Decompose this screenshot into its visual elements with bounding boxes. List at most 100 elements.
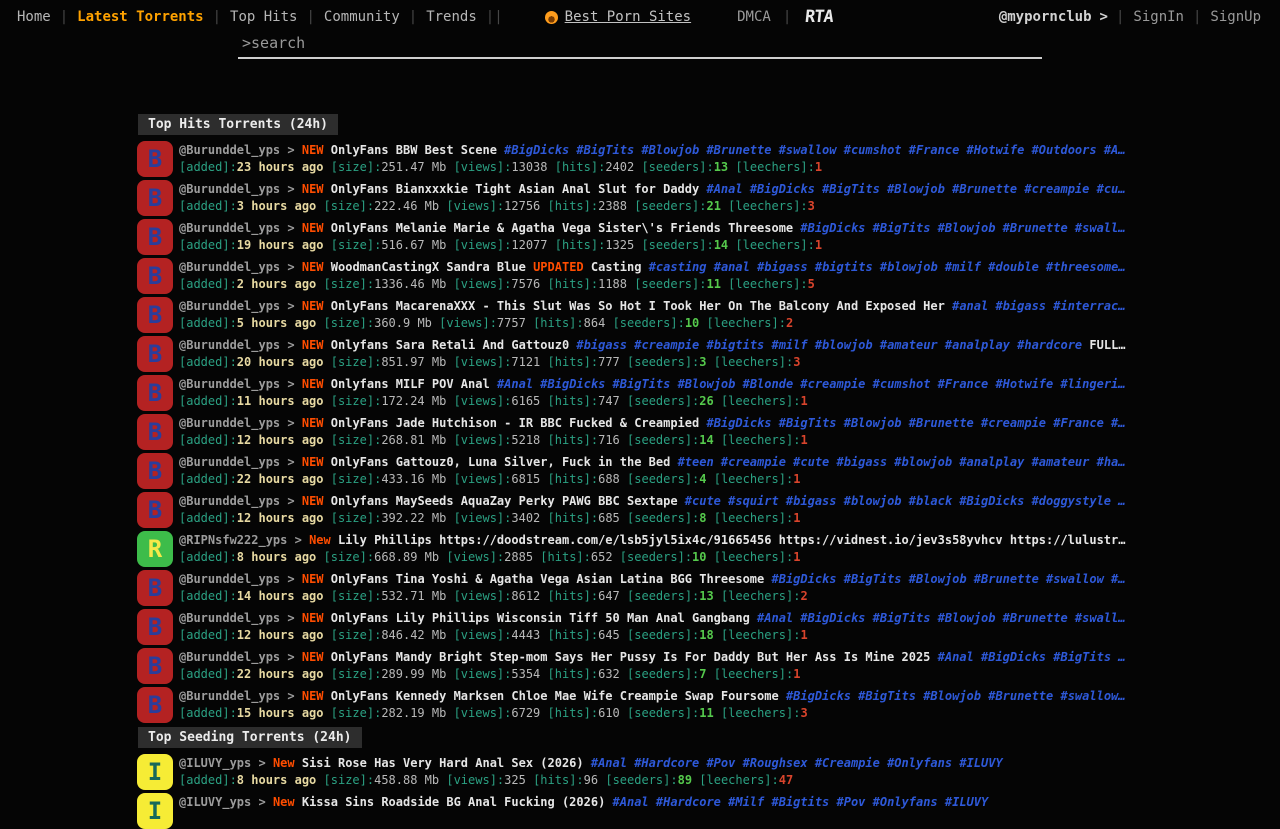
- hashtag-links[interactable]: #BigDicks #BigTits #Blowjob #Brunette #s…: [504, 143, 1125, 157]
- user-avatar[interactable]: B: [137, 336, 173, 372]
- torrent-title[interactable]: OnlyFans Bianxxxkie Tight Asian Anal Slu…: [331, 182, 699, 196]
- torrent-row[interactable]: R@RIPNsfw222_yps > New Lily Phillips htt…: [137, 531, 1280, 567]
- torrent-row[interactable]: I@ILUVY_yps > New Sisi Rose Has Very Har…: [137, 754, 1280, 790]
- torrent-title[interactable]: OnlyFans Tina Yoshi & Agatha Vega Asian …: [331, 572, 764, 586]
- nav-item-home[interactable]: Home: [8, 9, 60, 25]
- username-link[interactable]: @Burunddel_yps: [179, 611, 280, 625]
- user-avatar[interactable]: B: [137, 375, 173, 411]
- username-link[interactable]: @Burunddel_yps: [179, 338, 280, 352]
- hashtag-links[interactable]: #anal #bigass #interrac…: [952, 299, 1125, 313]
- torrent-title[interactable]: OnlyFans Jade Hutchison - IR BBC Fucked …: [331, 416, 699, 430]
- torrent-row[interactable]: B@Burunddel_yps > NEW OnlyFans Tina Yosh…: [137, 570, 1280, 606]
- hashtag-links[interactable]: #teen #creampie #cute #bigass #blowjob #…: [678, 455, 1126, 469]
- torrent-row[interactable]: B@Burunddel_yps > NEW Onlyfans MILF POV …: [137, 375, 1280, 411]
- stat-label-size: [size]:: [324, 277, 375, 291]
- username-link[interactable]: @Burunddel_yps: [179, 299, 280, 313]
- nav-item-top-hits[interactable]: Top Hits: [221, 9, 306, 25]
- hashtag-links[interactable]: #Anal #BigDicks #BigTits #Blowjob #Brune…: [757, 611, 1125, 625]
- hashtag-links[interactable]: #cute #squirt #bigass #blowjob #black #B…: [685, 494, 1126, 508]
- user-avatar[interactable]: B: [137, 453, 173, 489]
- torrent-title[interactable]: Onlyfans MaySeeds AquaZay Perky PAWG BBC…: [331, 494, 678, 508]
- torrent-row[interactable]: B@Burunddel_yps > NEW Onlyfans MaySeeds …: [137, 492, 1280, 528]
- username-link[interactable]: @Burunddel_yps: [179, 689, 280, 703]
- hashtag-links[interactable]: #Anal #BigDicks #BigTits #Blowjob #Blond…: [497, 377, 1126, 391]
- torrent-title[interactable]: WoodmanCastingX Sandra Blue: [331, 260, 526, 274]
- chevron-right-icon: >: [280, 689, 302, 703]
- user-avatar[interactable]: B: [137, 570, 173, 606]
- stat-value-hits: 645: [598, 628, 620, 642]
- username-link[interactable]: @RIPNsfw222_yps: [179, 533, 287, 547]
- hashtag-links[interactable]: #BigDicks #BigTits #Blowjob #Brunette #c…: [706, 416, 1125, 430]
- username-link[interactable]: @Burunddel_yps: [179, 650, 280, 664]
- search-input[interactable]: [238, 32, 1042, 59]
- torrent-row[interactable]: B@Burunddel_yps > NEW OnlyFans Mandy Bri…: [137, 648, 1280, 684]
- torrent-title[interactable]: OnlyFans Mandy Bright Step-mom Says Her …: [331, 650, 931, 664]
- username-link[interactable]: @Burunddel_yps: [179, 455, 280, 469]
- username-link[interactable]: @Burunddel_yps: [179, 143, 280, 157]
- user-avatar[interactable]: B: [137, 297, 173, 333]
- user-avatar[interactable]: B: [137, 414, 173, 450]
- user-avatar[interactable]: B: [137, 609, 173, 645]
- signup-link[interactable]: SignUp: [1201, 9, 1270, 25]
- user-avatar[interactable]: I: [137, 793, 173, 829]
- user-avatar[interactable]: R: [137, 531, 173, 567]
- torrent-title[interactable]: Casting: [591, 260, 642, 274]
- torrent-title[interactable]: Sisi Rose Has Very Hard Anal Sex (2026): [302, 756, 584, 770]
- torrent-row[interactable]: B@Burunddel_yps > NEW OnlyFans Gattouz0,…: [137, 453, 1280, 489]
- torrent-title[interactable]: OnlyFans BBW Best Scene: [331, 143, 497, 157]
- torrent-row[interactable]: B@Burunddel_yps > NEW Onlyfans Sara Reta…: [137, 336, 1280, 372]
- torrent-row[interactable]: B@Burunddel_yps > NEW OnlyFans Kennedy M…: [137, 687, 1280, 723]
- username-link[interactable]: @ILUVY_yps: [179, 756, 251, 770]
- torrent-row[interactable]: B@Burunddel_yps > NEW OnlyFans Lily Phil…: [137, 609, 1280, 645]
- torrent-row[interactable]: B@Burunddel_yps > NEW OnlyFans Jade Hutc…: [137, 414, 1280, 450]
- username-link[interactable]: @Burunddel_yps: [179, 182, 280, 196]
- hashtag-links[interactable]: #BigDicks #BigTits #Blowjob #Brunette #s…: [771, 572, 1125, 586]
- user-avatar[interactable]: B: [137, 648, 173, 684]
- best-porn-sites-link[interactable]: Best Porn Sites: [565, 9, 691, 25]
- user-avatar[interactable]: B: [137, 687, 173, 723]
- hashtag-links[interactable]: #bigass #creampie #bigtits #milf #blowjo…: [576, 338, 1082, 352]
- user-avatar[interactable]: B: [137, 141, 173, 177]
- torrent-row[interactable]: B@Burunddel_yps > NEW OnlyFans BBW Best …: [137, 141, 1280, 177]
- torrent-title[interactable]: OnlyFans Kennedy Marksen Chloe Mae Wife …: [331, 689, 779, 703]
- hashtag-links[interactable]: #casting #anal #bigass #bigtits #blowjob…: [649, 260, 1126, 274]
- torrent-title[interactable]: OnlyFans Gattouz0, Luna Silver, Fuck in …: [331, 455, 671, 469]
- torrent-title[interactable]: Onlyfans MILF POV Anal: [331, 377, 490, 391]
- hashtag-links[interactable]: #Anal #BigDicks #BigTits …: [938, 650, 1126, 664]
- torrent-title[interactable]: OnlyFans Lily Phillips Wisconsin Tiff 50…: [331, 611, 750, 625]
- user-avatar[interactable]: B: [137, 258, 173, 294]
- username-link[interactable]: @Burunddel_yps: [179, 416, 280, 430]
- nav-item-community[interactable]: Community: [315, 9, 409, 25]
- username-link[interactable]: @ILUVY_yps: [179, 795, 251, 809]
- hashtag-links[interactable]: #Anal #BigDicks #BigTits #Blowjob #Brune…: [706, 182, 1125, 196]
- username-link[interactable]: @Burunddel_yps: [179, 494, 280, 508]
- torrent-row[interactable]: B@Burunddel_yps > NEW OnlyFans Bianxxxki…: [137, 180, 1280, 216]
- torrent-title[interactable]: Lily Phillips https://doodstream.com/e/l…: [338, 533, 1125, 547]
- user-avatar[interactable]: B: [137, 180, 173, 216]
- hashtag-links[interactable]: #Anal #Hardcore #Milf #Bigtits #Pov #Onl…: [613, 795, 989, 809]
- torrent-title[interactable]: OnlyFans MacarenaXXX - This Slut Was So …: [331, 299, 945, 313]
- torrent-title[interactable]: OnlyFans Melanie Marie & Agatha Vega Sis…: [331, 221, 793, 235]
- hashtag-links[interactable]: #Anal #Hardcore #Pov #Roughsex #Creampie…: [591, 756, 1003, 770]
- account-menu[interactable]: @mypornclub: [999, 9, 1092, 25]
- user-avatar[interactable]: I: [137, 754, 173, 790]
- username-link[interactable]: @Burunddel_yps: [179, 572, 280, 586]
- username-link[interactable]: @Burunddel_yps: [179, 260, 280, 274]
- torrent-row[interactable]: I @ILUVY_yps > New Kissa Sins Roadside BG…: [137, 793, 1280, 829]
- torrent-row[interactable]: B@Burunddel_yps > NEW WoodmanCastingX Sa…: [137, 258, 1280, 294]
- torrent-row[interactable]: B@Burunddel_yps > NEW OnlyFans MacarenaX…: [137, 297, 1280, 333]
- hashtag-links[interactable]: #BigDicks #BigTits #Blowjob #Brunette #s…: [786, 689, 1126, 703]
- user-avatar[interactable]: B: [137, 219, 173, 255]
- username-link[interactable]: @Burunddel_yps: [179, 377, 280, 391]
- hashtag-links[interactable]: #BigDicks #BigTits #Blowjob #Brunette #s…: [800, 221, 1125, 235]
- torrent-info: @ILUVY_yps > New Kissa Sins Roadside BG …: [179, 793, 1154, 811]
- signin-link[interactable]: SignIn: [1124, 9, 1193, 25]
- torrent-title[interactable]: Onlyfans Sara Retali And Gattouz0: [331, 338, 569, 352]
- torrent-row[interactable]: B@Burunddel_yps > NEW OnlyFans Melanie M…: [137, 219, 1280, 255]
- user-avatar[interactable]: B: [137, 492, 173, 528]
- username-link[interactable]: @Burunddel_yps: [179, 221, 280, 235]
- torrent-title[interactable]: Kissa Sins Roadside BG Anal Fucking (202…: [302, 795, 605, 809]
- nav-item-latest-torrents[interactable]: Latest Torrents: [68, 9, 212, 25]
- dmca-link[interactable]: DMCA: [737, 9, 771, 25]
- nav-item-trends[interactable]: Trends: [417, 9, 486, 25]
